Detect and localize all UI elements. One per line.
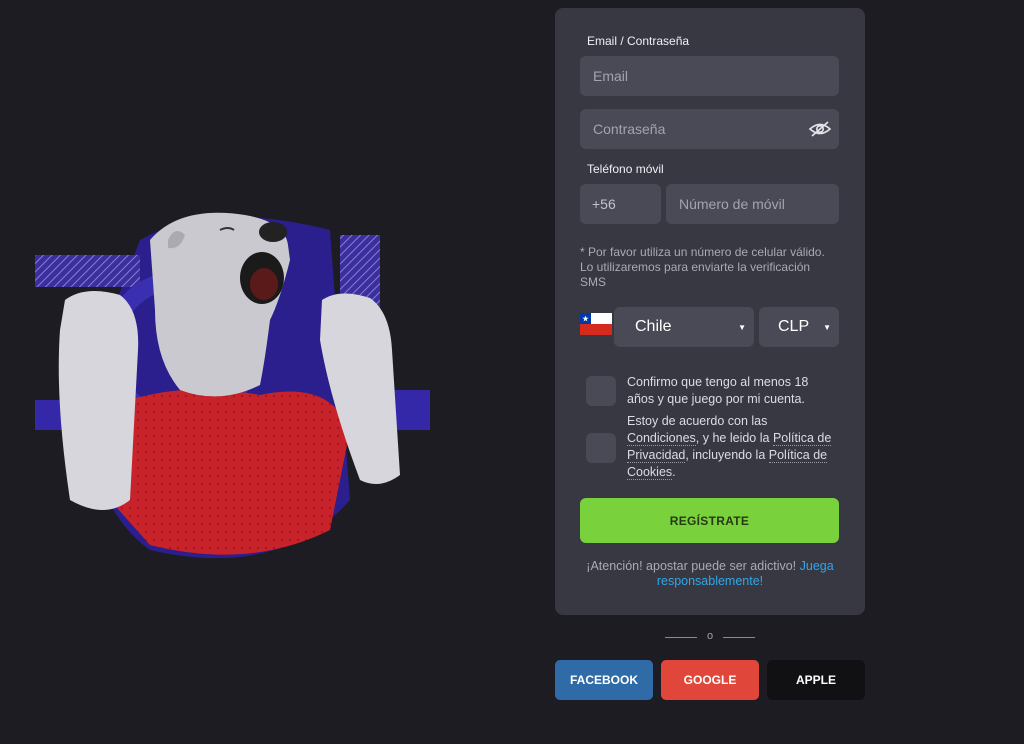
chevron-down-icon: ▼ <box>738 323 746 332</box>
terms-checkbox[interactable] <box>586 433 616 463</box>
terms-middle2: , incluyendo la <box>685 448 769 462</box>
mascot-svg <box>35 212 430 559</box>
chile-flag-icon <box>580 313 612 335</box>
terms-prefix: Estoy de acuerdo con las <box>627 414 768 428</box>
conditions-link[interactable]: Condiciones <box>627 431 696 446</box>
registration-card: Email / Contraseña Teléfono móvil +56 * … <box>555 8 865 615</box>
email-input[interactable] <box>580 56 839 96</box>
terms-label: Estoy de acuerdo con las Condiciones, y … <box>627 413 832 481</box>
or-divider: o <box>665 629 755 645</box>
divider-text: o <box>706 630 714 642</box>
phone-prefix-field[interactable]: +56 <box>580 184 661 224</box>
phone-prefix-value: +56 <box>592 196 616 212</box>
chevron-down-icon: ▼ <box>823 323 831 332</box>
password-input[interactable] <box>580 109 839 149</box>
facebook-login-button[interactable]: FACEBOOK <box>555 660 653 700</box>
phone-number-input[interactable] <box>666 184 839 224</box>
phone-hint-text: * Por favor utiliza un número de celular… <box>580 245 825 289</box>
apple-login-button[interactable]: APPLE <box>767 660 865 700</box>
eye-slash-icon[interactable] <box>808 120 832 138</box>
register-button[interactable]: REGÍSTRATE <box>580 498 839 543</box>
currency-select[interactable]: CLP ▼ <box>759 307 839 347</box>
warning-text: ¡Atención! apostar puede ser adictivo! <box>586 559 800 573</box>
age-confirm-label: Confirmo que tengo al menos 18 años y qu… <box>627 375 809 406</box>
polar-bear-mascot-illustration <box>30 200 440 580</box>
phone-section-label: Teléfono móvil <box>587 162 664 176</box>
country-select[interactable]: Chile ▼ <box>614 307 754 347</box>
country-value: Chile <box>635 318 672 335</box>
terms-suffix: . <box>672 465 676 479</box>
gambling-warning: ¡Atención! apostar puede ser adictivo! J… <box>570 559 850 589</box>
google-login-button[interactable]: GOOGLE <box>661 660 759 700</box>
currency-value: CLP <box>778 318 810 335</box>
age-confirm-checkbox[interactable] <box>586 376 616 406</box>
terms-middle: , y he leido la <box>695 431 773 445</box>
divider-line-right <box>723 637 755 638</box>
divider-line-left <box>665 637 697 638</box>
email-section-label: Email / Contraseña <box>587 34 690 48</box>
